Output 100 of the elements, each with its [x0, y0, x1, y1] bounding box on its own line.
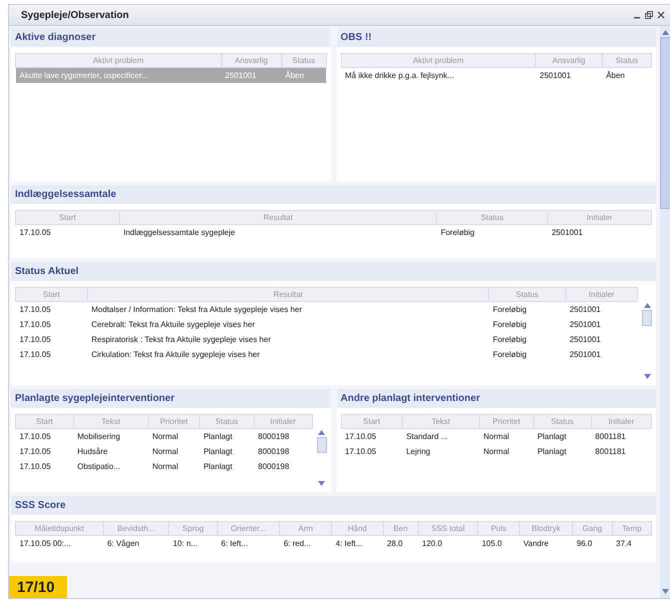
table-cell-text: Foreløbig [492, 319, 528, 331]
panel-title: OBS !! [340, 32, 372, 43]
table-cell: 105.0 [478, 536, 520, 551]
scrollbar-thumb[interactable] [642, 310, 652, 326]
table-cell: 2501001 [536, 68, 602, 83]
table-row[interactable]: 17.10.05 Hudsåre Normal Planlagt 8000198 [16, 444, 312, 459]
column-header[interactable]: Initialer [548, 210, 652, 224]
table-row[interactable]: 17.10.05 Standard ... Normal Planlagt 8001181 [341, 428, 652, 444]
column-header[interactable]: Initialer [566, 288, 638, 302]
table-cell: Standard ... [402, 428, 480, 444]
column-header[interactable]: Start [16, 288, 88, 302]
close-icon[interactable] [657, 11, 665, 19]
column-header[interactable]: Resultat [119, 210, 437, 224]
table-row[interactable]: 17.10.05 Cirkulation: Tekst fra Aktuile sygepleje vises her Foreløbig 2501001 [16, 347, 638, 362]
table-cell: Planlagt [533, 428, 592, 444]
arrow-up-icon[interactable] [661, 28, 670, 37]
table-cell: Akutte lave rygsmerter, uspecificer... [16, 68, 222, 83]
column-header[interactable]: Aktivt problem [16, 54, 222, 68]
column-header[interactable]: Ansvarlig [536, 54, 602, 68]
table-cell: 17.10.05 [16, 428, 74, 444]
scrollbar-thumb[interactable] [660, 37, 670, 209]
table-row[interactable]: Må ikke drikke p.g.a. fejlsynk... 2501001 Åben [341, 68, 652, 83]
column-header[interactable]: Start [341, 414, 402, 428]
table-cell-text: Foreløbig [492, 349, 528, 361]
column-header[interactable]: Gang [572, 522, 612, 536]
column-header[interactable]: Initialer [254, 414, 312, 428]
table-cell-text: 17.10.05 [18, 461, 52, 473]
arrow-down-icon[interactable] [642, 372, 652, 381]
column-header[interactable]: Resultat [87, 288, 489, 302]
column-header[interactable]: Orienter... [217, 522, 280, 536]
column-header[interactable]: Temp [612, 522, 652, 536]
scrollbar[interactable] [660, 26, 670, 598]
table-cell: 17.10.05 00:... [16, 536, 104, 551]
table-row[interactable]: 17.10.05 Modtalser / Information: Tekst fra Aktule sygepleje vises her Foreløbig 2501001 [16, 302, 638, 317]
table-row[interactable]: 17.10.05 Mobilisering Normal Planlagt 8000198 [16, 428, 312, 444]
window-title: Sygepleje/Observation [21, 10, 130, 20]
table-cell: 28.0 [383, 536, 418, 551]
table-cell: 37.4 [612, 536, 652, 551]
table-cell: 8001181 [591, 428, 652, 444]
table-cell: 10: n... [168, 536, 218, 551]
table-cell-text: Normal [482, 446, 510, 458]
column-header[interactable]: Ben [383, 522, 418, 536]
table-cell: Modtalser / Information: Tekst fra Aktule sygepleje vises her [87, 302, 489, 317]
column-header[interactable]: Status [199, 414, 254, 428]
table-cell-text: Planlagt [202, 446, 234, 458]
column-header[interactable]: Status [436, 210, 548, 224]
table-cell: 8000198 [254, 428, 312, 444]
table-cell: Vandre [519, 536, 573, 551]
column-header[interactable]: Arm [280, 522, 332, 536]
table-cell-text: 2501001 [568, 334, 602, 346]
table-cell-text: 8001181 [594, 446, 627, 458]
column-header[interactable]: Status [533, 414, 592, 428]
table-cell-text: 8000198 [257, 461, 290, 473]
table-cell: 2501001 [221, 68, 282, 83]
arrow-down-icon[interactable] [317, 479, 326, 488]
table-cell: 17.10.05 [16, 302, 88, 317]
column-header[interactable]: Tekst [73, 414, 148, 428]
column-header[interactable]: Start [16, 210, 120, 224]
column-header[interactable]: Status [488, 288, 566, 302]
table-cell-text: Obstipatio... [76, 461, 122, 473]
column-header[interactable]: Hånd [332, 522, 384, 536]
scrollbar-thumb[interactable] [316, 437, 326, 453]
arrow-down-icon[interactable] [661, 587, 670, 596]
column-header[interactable]: Sprog [168, 522, 218, 536]
table-row[interactable]: 17.10.05 Respiratorisk : Tekst fra Aktuile sygepleje vises her Foreløbig 2501001 [16, 332, 638, 347]
table-cell: Mobilisering [73, 428, 148, 444]
column-header[interactable]: Prioritet [148, 414, 200, 428]
table-row[interactable]: 17.10.05 Indlæggelsessamtale sygepleje Foreløbig 2501001 [16, 224, 652, 240]
table-cell-text: Planlagt [536, 446, 568, 458]
column-header[interactable]: Blodtryk [519, 522, 573, 536]
column-header[interactable]: Ansvarlig [221, 54, 282, 68]
table-cell-text: Foreløbig [492, 334, 528, 346]
column-header[interactable]: Status [602, 54, 652, 68]
table-row[interactable]: 17.10.05 00:... 6: Vågen 10: n... 6: Ieft... 6: red... 4: Ieft... 28.0 120.0 105.0 Vandre 96.0 37.4 [16, 536, 652, 551]
table-cell-text: Cerebralt: Tekst fra Aktuile sygepleje vises her [90, 319, 256, 331]
table-cell-text: Hudsåre [76, 446, 109, 458]
table-row[interactable]: Akutte lave rygsmerter, uspecificer... 2501001 Åben [16, 68, 326, 83]
panel-title: SSS Score [15, 500, 66, 511]
restore-icon[interactable] [645, 11, 653, 19]
column-header[interactable]: Initialer [591, 414, 652, 428]
column-header[interactable]: Start [16, 414, 74, 428]
arrow-up-icon[interactable] [317, 428, 326, 437]
column-header[interactable]: Status [281, 54, 326, 68]
table-row[interactable]: 17.10.05 Obstipatio... Normal Planlagt 8000198 [16, 459, 312, 474]
column-header[interactable]: Puls [478, 522, 520, 536]
panel-title: Planlagte sygeplejeinterventioner [15, 393, 174, 404]
column-header[interactable]: Prioritet [479, 414, 534, 428]
table-cell-text: 17.10.05 [18, 349, 52, 361]
table-cell-text: 2501001 [568, 319, 602, 331]
column-header[interactable]: Tekst [402, 414, 480, 428]
column-header[interactable]: Måletidspunkt [16, 522, 104, 536]
table-cell-text: 17.10.05 [344, 446, 378, 458]
table-cell: Planlagt [199, 428, 254, 444]
table-cell-text: Normal [151, 461, 180, 473]
table-row[interactable]: 17.10.05 Cerebralt: Tekst fra Aktuile sygepleje vises her Foreløbig 2501001 [16, 317, 638, 332]
column-header[interactable]: SSS total [418, 522, 478, 536]
column-header[interactable]: Aktivt problem [341, 54, 536, 68]
column-header[interactable]: Bevidsth... [103, 522, 169, 536]
arrow-up-icon[interactable] [642, 301, 652, 310]
table-row[interactable]: 17.10.05 Lejring Normal Planlagt 8001181 [341, 444, 652, 459]
